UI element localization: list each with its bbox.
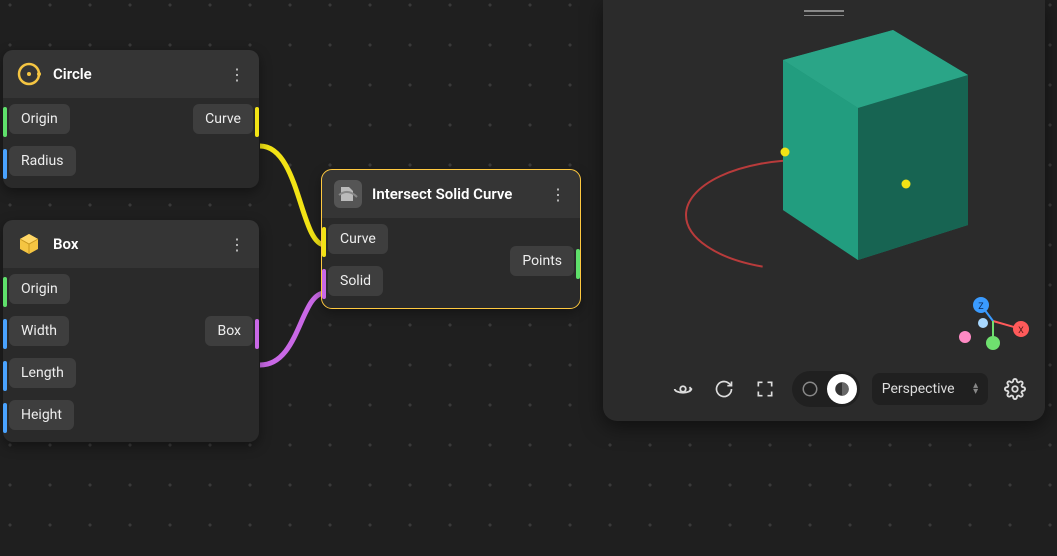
fullscreen-icon[interactable] xyxy=(751,374,780,404)
kebab-icon[interactable]: ⋮ xyxy=(227,234,247,254)
svg-text:Z: Z xyxy=(978,302,984,312)
node-title: Intersect Solid Curve xyxy=(372,185,538,203)
port-origin[interactable]: Origin xyxy=(9,104,70,134)
node-box[interactable]: Box ⋮ Origin Width Box Length Height xyxy=(3,220,259,442)
settings-icon[interactable] xyxy=(1000,374,1029,404)
projection-dropdown[interactable]: Perspective ▴▾ xyxy=(872,373,988,405)
node-circle[interactable]: Circle ⋮ Origin Curve Radius xyxy=(3,50,259,188)
kebab-icon[interactable]: ⋮ xyxy=(548,184,568,204)
node-header-circle[interactable]: Circle ⋮ xyxy=(3,50,259,98)
port-height[interactable]: Height xyxy=(9,400,74,430)
viewport-panel[interactable]: X Z xyxy=(603,0,1045,421)
port-width[interactable]: Width xyxy=(9,316,69,346)
wireframe-icon[interactable] xyxy=(795,374,825,404)
refresh-icon[interactable] xyxy=(710,374,739,404)
port-origin[interactable]: Origin xyxy=(9,274,70,304)
kebab-icon[interactable]: ⋮ xyxy=(227,64,247,84)
chevron-updown-icon: ▴▾ xyxy=(973,383,978,395)
box-icon xyxy=(15,230,43,258)
port-solid-in[interactable]: Solid xyxy=(328,266,383,296)
viewport-toolbar: Perspective ▴▾ xyxy=(603,371,1045,407)
port-box[interactable]: Box xyxy=(205,316,253,346)
orbit-icon[interactable] xyxy=(669,374,698,404)
node-header-intersect[interactable]: Intersect Solid Curve ⋮ xyxy=(322,170,580,218)
port-curve-in[interactable]: Curve xyxy=(328,224,388,254)
port-curve[interactable]: Curve xyxy=(193,104,253,134)
node-title: Circle xyxy=(53,65,217,83)
svg-text:X: X xyxy=(1018,326,1024,336)
port-length[interactable]: Length xyxy=(9,358,76,388)
shading-toggle[interactable] xyxy=(792,371,860,407)
axis-gizmo[interactable]: X Z xyxy=(953,281,1033,361)
shaded-icon[interactable] xyxy=(827,374,857,404)
circle-icon xyxy=(15,60,43,88)
node-intersect-solid-curve[interactable]: Intersect Solid Curve ⋮ Curve Points Sol… xyxy=(322,170,580,308)
port-radius[interactable]: Radius xyxy=(9,146,76,176)
projection-label: Perspective xyxy=(882,381,955,397)
intersect-icon xyxy=(334,180,362,208)
node-title: Box xyxy=(53,235,217,253)
node-header-box[interactable]: Box ⋮ xyxy=(3,220,259,268)
